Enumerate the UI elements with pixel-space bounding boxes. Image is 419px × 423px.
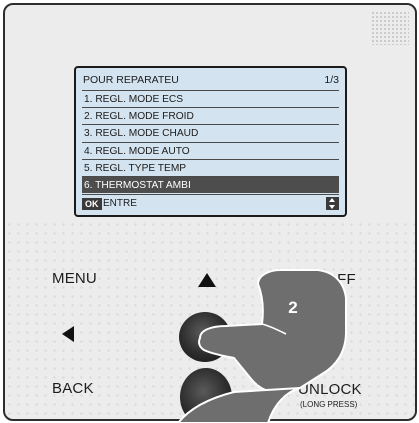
page-indicator: 1/3 [324,74,339,86]
menu-item-thermostat-ambi[interactable]: 6. THERMOSTAT AMBI [82,175,339,194]
screen-header: POUR REPARATEU 1/3 [83,74,339,88]
right-arrow-icon[interactable] [334,326,346,342]
step-number: 2 [288,298,298,317]
left-arrow-icon[interactable] [62,326,74,342]
unlock-hint: (LONG PRESS) [300,400,358,409]
back-button[interactable]: BACK [52,380,94,397]
screen-footer: OK ENTRE [82,194,339,211]
on-off-button[interactable]: ON/OFF [298,271,356,288]
menu-item-regl-type-temp[interactable]: 5. REGL. TYPE TEMP [82,158,339,176]
lcd-screen: POUR REPARATEU 1/3 1. REGL. MODE ECS 2. … [74,66,347,217]
enter-hint: ENTRE [103,198,137,209]
menu-item-regl-mode-chaud[interactable]: 3. REGL. MODE CHAUD [82,124,339,141]
menu-item-regl-mode-froid[interactable]: 2. REGL. MODE FROID [82,107,339,124]
corner-dot-texture [371,11,409,45]
menu-item-regl-mode-ecs[interactable]: 1. REGL. MODE ECS [82,90,339,107]
menu-button[interactable]: MENU [52,270,97,287]
up-down-arrows-icon [326,197,339,210]
menu-list: 1. REGL. MODE ECS 2. REGL. MODE FROID 3.… [82,90,339,194]
unlock-button[interactable]: UNLOCK [298,381,362,398]
controller-illustration: POUR REPARATEU 1/3 1. REGL. MODE ECS 2. … [0,0,419,423]
round-down-button[interactable] [180,368,232,423]
menu-title: POUR REPARATEU [83,74,179,86]
round-ok-button[interactable] [179,312,231,362]
up-arrow-icon[interactable] [198,273,216,287]
menu-item-regl-mode-auto[interactable]: 4. REGL. MODE AUTO [82,141,339,159]
ok-badge: OK [82,198,102,210]
